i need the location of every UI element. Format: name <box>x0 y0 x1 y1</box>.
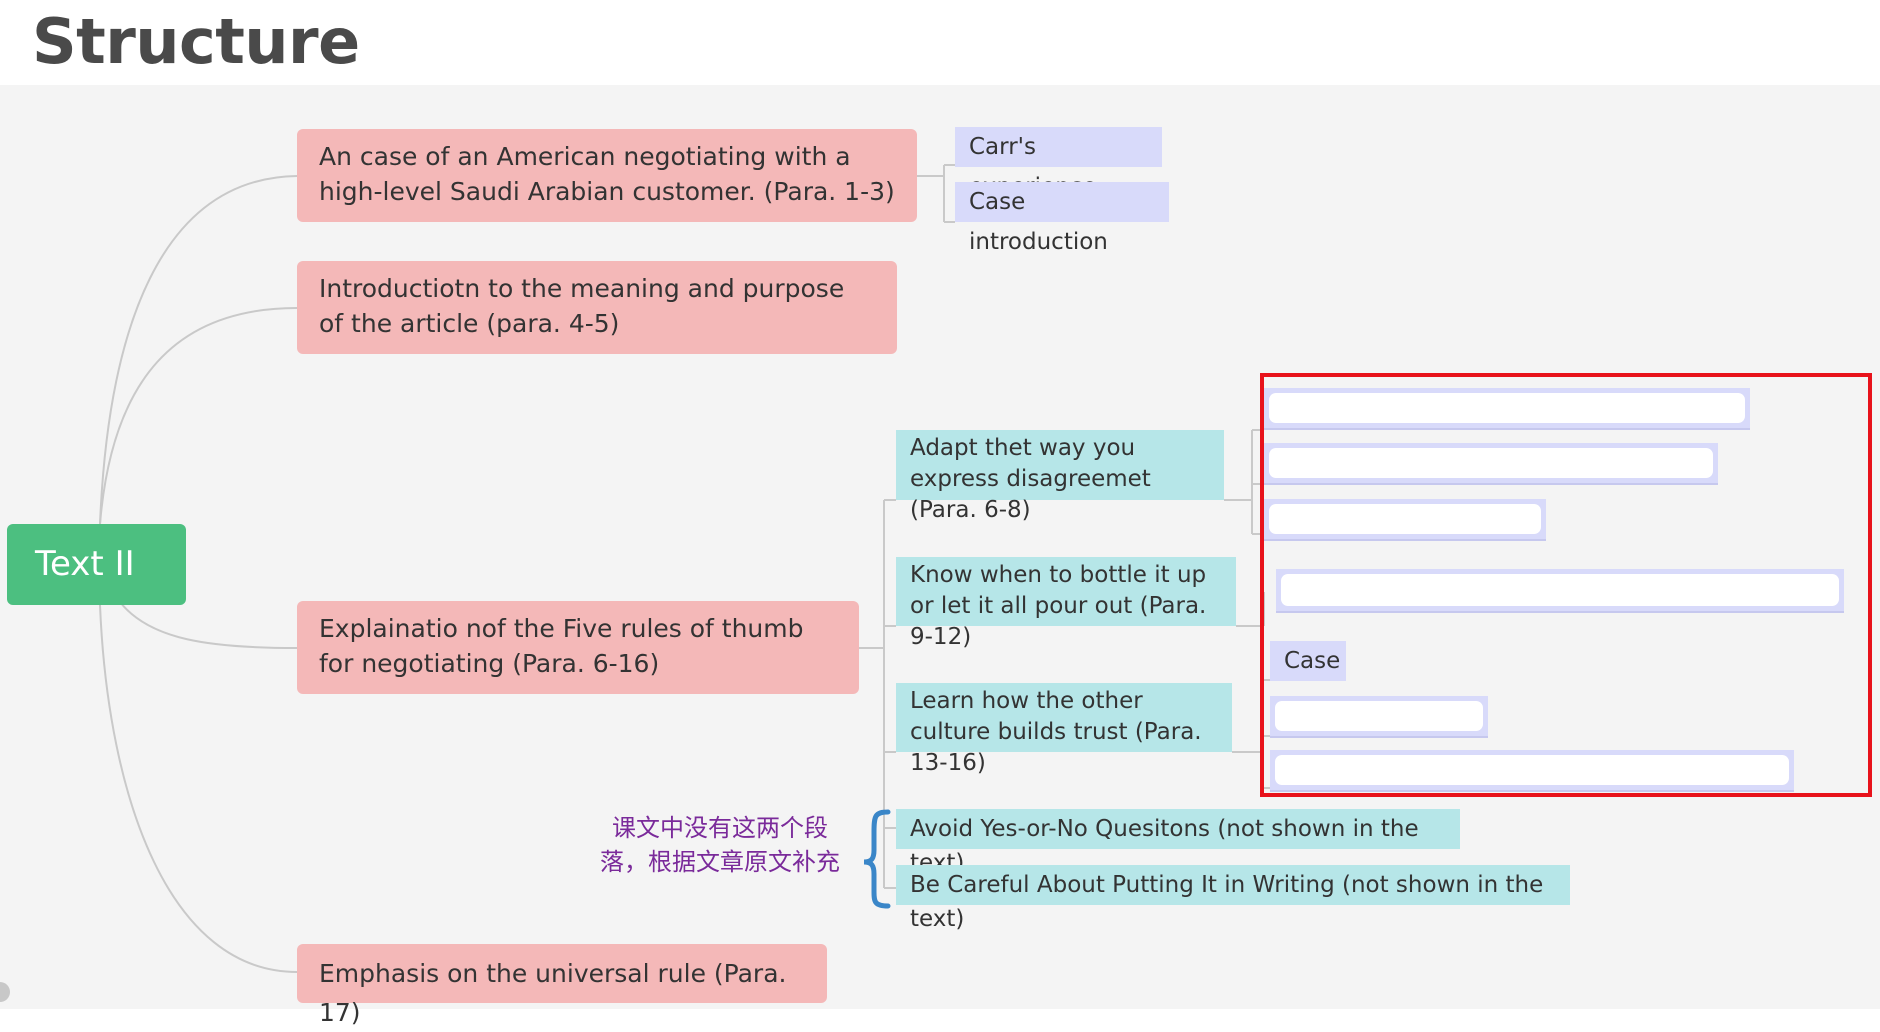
rule-adapt-disagreement[interactable]: Adapt thet way you express disagreemet (… <box>896 430 1224 523</box>
connector-rule-1-blanks <box>1224 429 1264 535</box>
connector-root-branch-1 <box>99 175 298 525</box>
connector-root-branch-2 <box>99 307 298 525</box>
rule-careful-writing[interactable]: Be Careful About Putting It in Writing (… <box>896 865 1570 932</box>
connector-root-branch-3 <box>119 601 298 649</box>
annotation-note: 课文中没有这两个段落，根据文章原文补充 <box>600 814 840 876</box>
branch-introduction[interactable]: Introductiotn to the meaning and purpose… <box>297 261 897 354</box>
root-node[interactable]: Text II <box>7 524 186 605</box>
branch-case[interactable]: An case of an American negotiating with … <box>297 129 917 222</box>
connector-root-branch-4 <box>99 604 298 973</box>
rule-avoid-yes-no[interactable]: Avoid Yes-or-No Quesitons (not shown in … <box>896 809 1460 876</box>
rule-bottle-it-up[interactable]: Know when to bottle it up or let it all … <box>896 557 1236 650</box>
rule-build-trust[interactable]: Learn how the other culture builds trust… <box>896 683 1232 776</box>
branch-five-rules[interactable]: Explainatio nof the Five rules of thumb … <box>297 601 859 694</box>
branch-universal-rule[interactable]: Emphasis on the universal rule (Para. 17… <box>297 944 827 1027</box>
connector-rules-trunk <box>858 499 896 889</box>
highlight-box <box>1260 373 1872 797</box>
case-child-carr[interactable]: Carr's experience <box>955 127 1162 200</box>
case-child-introduction[interactable]: Case introduction <box>955 182 1169 255</box>
connector-case-children <box>917 164 955 223</box>
